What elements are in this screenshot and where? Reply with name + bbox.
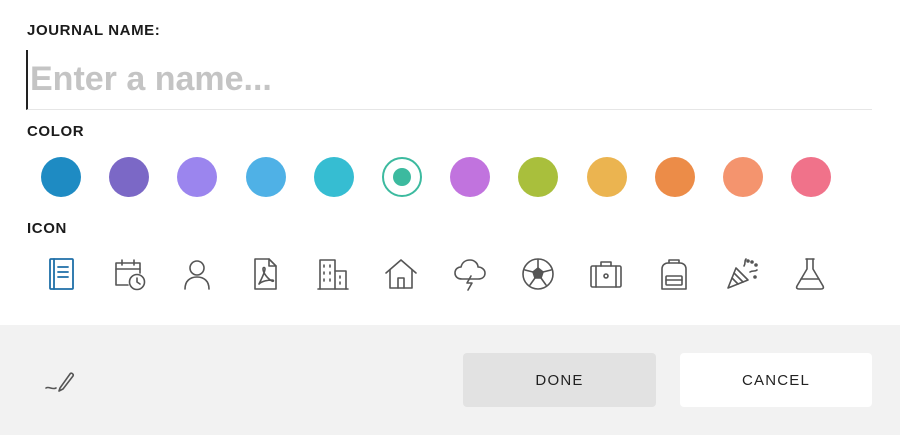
color-swatch-sky-blue[interactable] [246,157,286,197]
suitcase-icon[interactable] [586,253,626,295]
color-label: COLOR [27,123,85,140]
selected-indicator [393,168,411,186]
house-icon[interactable] [381,253,421,295]
done-button[interactable]: DONE [463,353,656,407]
journal-name-label: JOURNAL NAME: [27,22,161,39]
color-swatch-olive-green[interactable] [518,157,558,197]
party-popper-icon[interactable] [722,253,762,295]
color-swatch-cyan[interactable] [314,157,354,197]
journal-settings-panel: JOURNAL NAME: COLOR ICON [0,0,900,325]
color-swatch-indigo[interactable] [109,157,149,197]
backpack-icon[interactable] [654,253,694,295]
color-swatch-teal[interactable] [382,157,422,197]
color-swatch-orange[interactable] [655,157,695,197]
person-icon[interactable] [177,253,217,295]
color-swatch-pink-red[interactable] [791,157,831,197]
soccer-ball-icon[interactable] [518,253,558,295]
dialog-footer: DONE CANCEL [0,325,900,435]
buildings-icon[interactable] [313,253,353,295]
color-swatch-violet[interactable] [450,157,490,197]
icon-label: ICON [27,220,67,237]
color-swatch-yellow-orange[interactable] [587,157,627,197]
color-swatch-lavender[interactable] [177,157,217,197]
pen-icon[interactable] [44,366,78,396]
cancel-button[interactable]: CANCEL [680,353,872,407]
flask-icon[interactable] [790,253,830,295]
calendar-clock-icon[interactable] [109,253,149,295]
journal-dialog: JOURNAL NAME: COLOR ICON [0,0,900,435]
pdf-document-icon[interactable] [245,253,285,295]
notebook-icon[interactable] [41,253,81,295]
journal-name-input[interactable] [26,50,872,110]
icon-picker [0,253,900,295]
storm-cloud-icon[interactable] [450,253,490,295]
color-swatch-blue[interactable] [41,157,81,197]
color-swatch-salmon[interactable] [723,157,763,197]
